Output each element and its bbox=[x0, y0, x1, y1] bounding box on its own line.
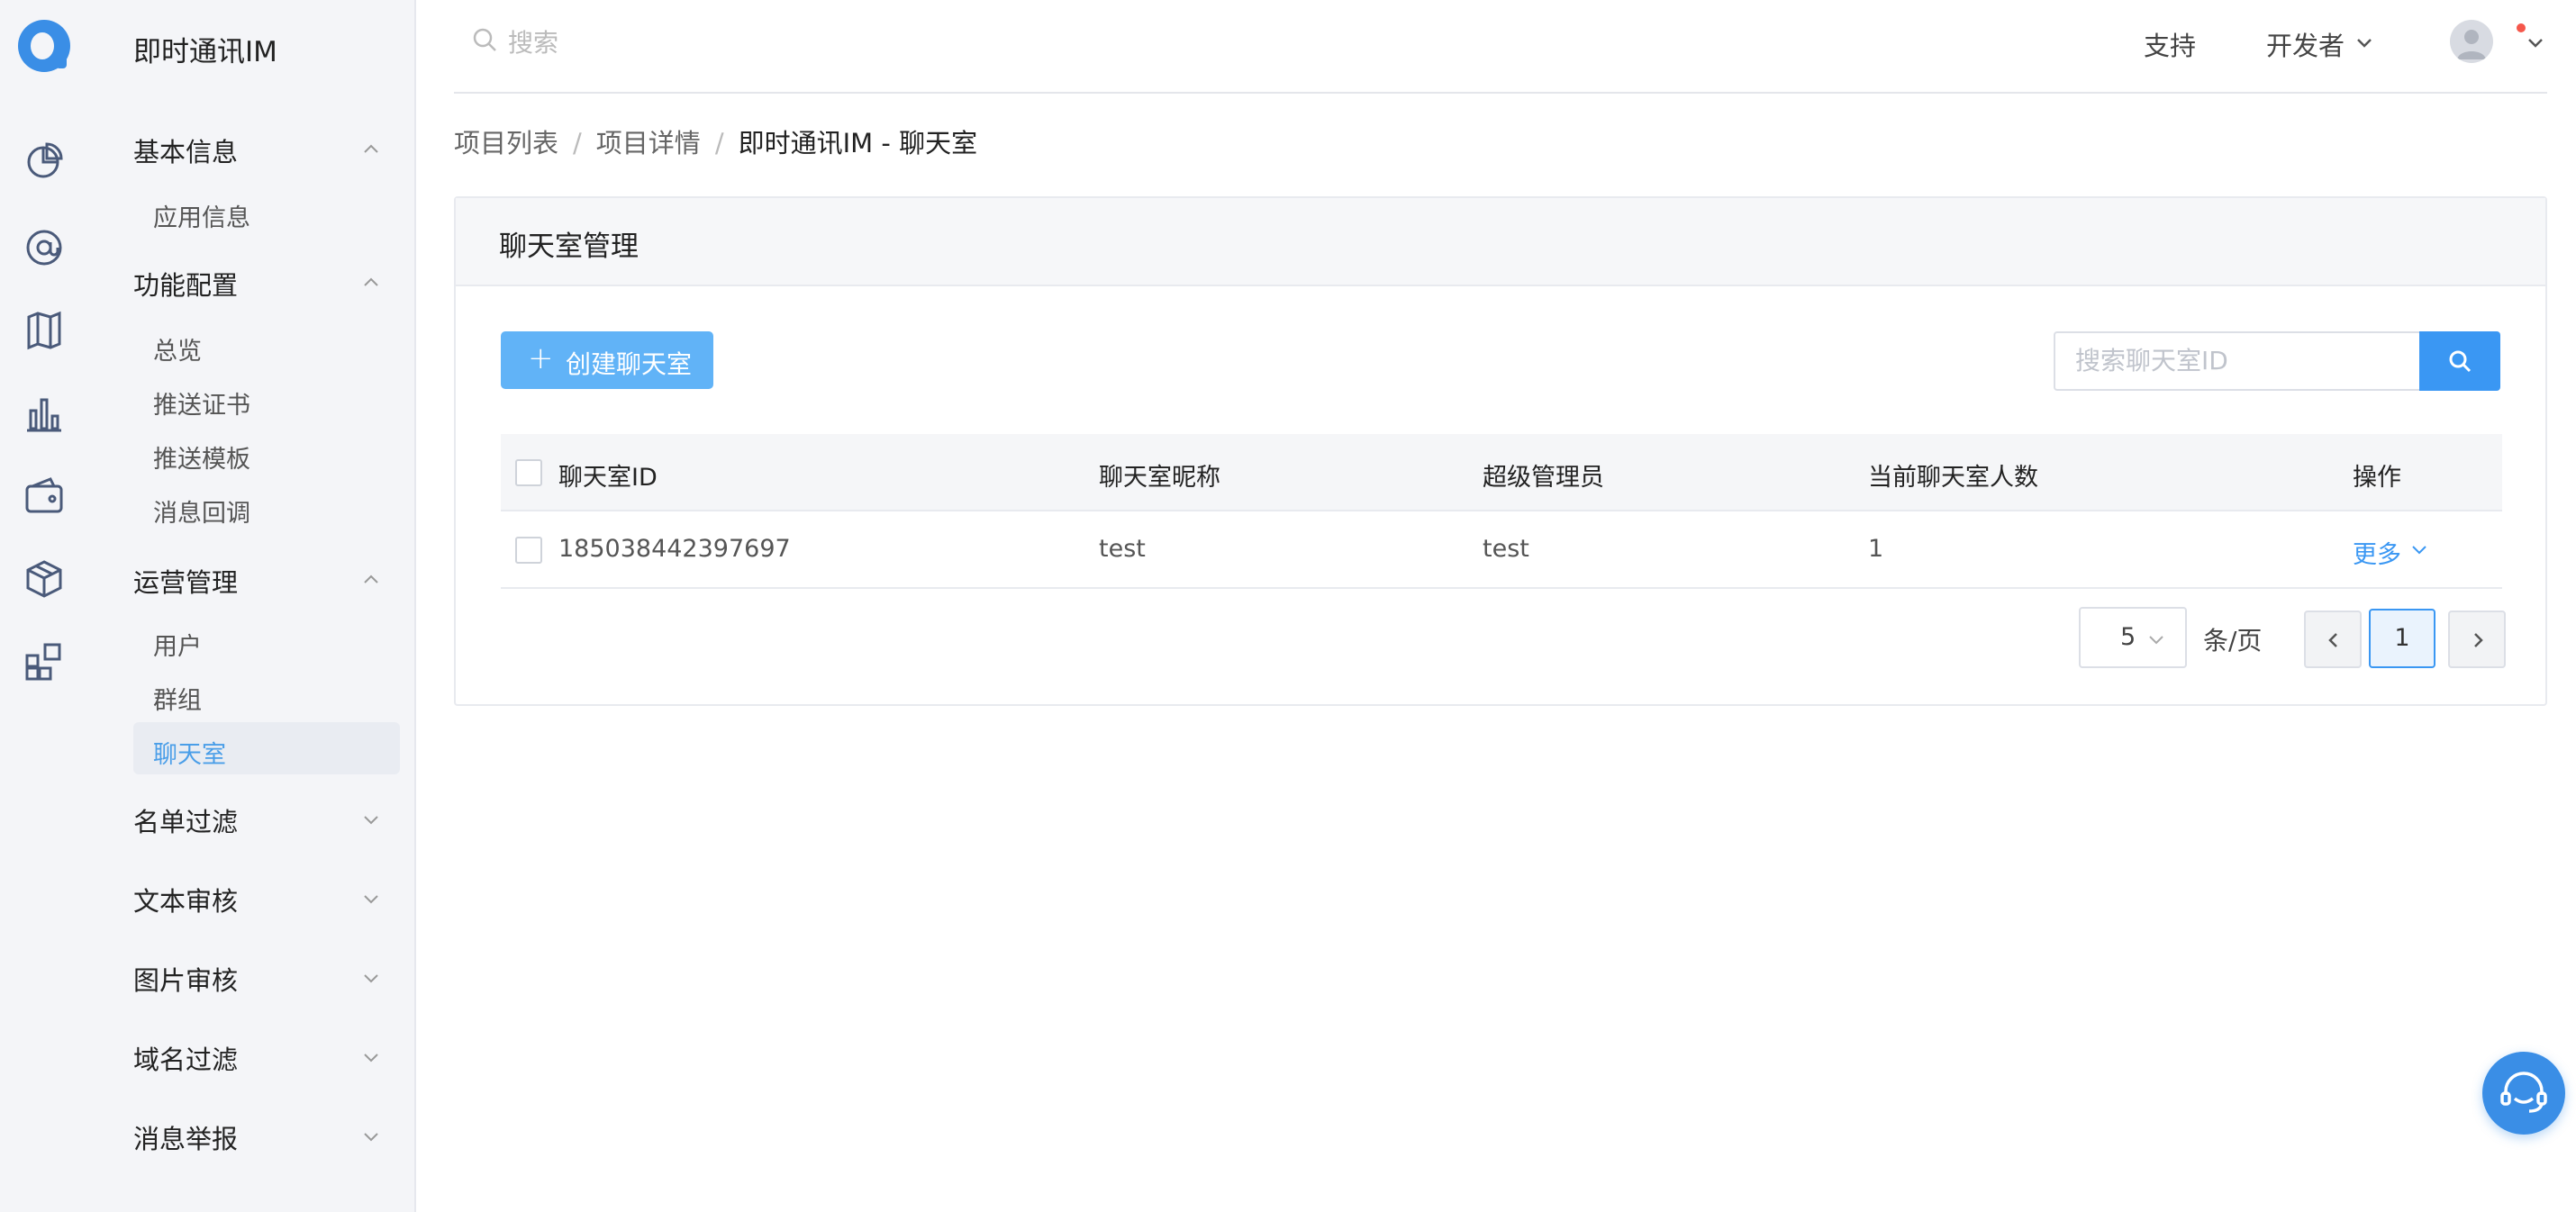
search-icon bbox=[2449, 350, 2472, 373]
notification-dot bbox=[2517, 23, 2526, 32]
menu-item-push-cert[interactable]: 推送证书 bbox=[153, 385, 250, 421]
column-header-admin: 超级管理员 bbox=[1483, 464, 1604, 492]
chevron-down-icon[interactable] bbox=[2526, 32, 2545, 52]
menu-item-chatroom[interactable]: 聊天室 bbox=[133, 722, 400, 774]
chevron-down-icon bbox=[364, 1054, 378, 1063]
menu-group-domain-filter[interactable]: 域名过滤 bbox=[133, 1039, 413, 1075]
menu-item-label: 聊天室 bbox=[153, 741, 226, 769]
menu-group-label: 运营管理 bbox=[133, 567, 239, 598]
menu-group-msg-report[interactable]: 消息举报 bbox=[133, 1118, 413, 1154]
menu-group-label: 功能配置 bbox=[133, 270, 239, 301]
chatroom-search-button[interactable] bbox=[2419, 331, 2500, 391]
dashboard-icon[interactable] bbox=[23, 140, 65, 182]
more-actions-link[interactable]: 更多 bbox=[2353, 535, 2401, 570]
page-size-value: 5 bbox=[2120, 623, 2136, 651]
bar-chart-icon[interactable] bbox=[23, 393, 65, 434]
column-header-count: 当前聊天室人数 bbox=[1868, 464, 2038, 492]
cell-count: 1 bbox=[1868, 535, 1884, 563]
select-all-checkbox[interactable] bbox=[515, 459, 542, 486]
menu-group-label: 消息举报 bbox=[133, 1124, 239, 1154]
menu-group-text-review[interactable]: 文本审核 bbox=[133, 881, 413, 917]
cell-admin: test bbox=[1483, 535, 1529, 563]
table-header: 聊天室ID 聊天室昵称 超级管理员 当前聊天室人数 操作 bbox=[501, 434, 2502, 511]
chevron-down-icon bbox=[2149, 636, 2163, 645]
breadcrumb-item-project-list[interactable]: 项目列表 bbox=[454, 128, 558, 158]
avatar[interactable] bbox=[2450, 20, 2493, 63]
chevron-right-icon bbox=[2474, 633, 2483, 647]
page-number-current[interactable]: 1 bbox=[2369, 609, 2435, 668]
top-bar: 搜索 支持 开发者 bbox=[454, 0, 2547, 94]
chevron-down-icon[interactable] bbox=[2410, 540, 2428, 558]
breadcrumb-item-current: 即时通讯IM - 聊天室 bbox=[738, 128, 978, 158]
menu-item-msg-callback[interactable]: 消息回调 bbox=[153, 493, 250, 529]
chevron-down-icon bbox=[364, 974, 378, 983]
chevron-down-icon bbox=[364, 895, 378, 904]
customer-service-button[interactable] bbox=[2482, 1052, 2565, 1135]
chevron-down-icon bbox=[364, 1133, 378, 1142]
at-icon[interactable] bbox=[23, 227, 65, 268]
menu-item-groups[interactable]: 群组 bbox=[153, 681, 202, 716]
create-chatroom-button[interactable]: + 创建聊天室 bbox=[501, 331, 713, 389]
cube-icon[interactable] bbox=[23, 558, 65, 600]
search-icon bbox=[473, 28, 496, 51]
menu-group-label: 名单过滤 bbox=[133, 807, 239, 837]
chevron-down-icon bbox=[364, 816, 378, 825]
menu-group-list-filter[interactable]: 名单过滤 bbox=[133, 801, 413, 837]
map-icon[interactable] bbox=[23, 310, 65, 351]
chevron-up-icon bbox=[364, 144, 378, 153]
menu-group-feature-config[interactable]: 功能配置 bbox=[133, 265, 413, 301]
headset-icon bbox=[2500, 1072, 2547, 1113]
column-header-action: 操作 bbox=[2353, 464, 2401, 492]
card-title: 聊天室管理 bbox=[499, 231, 639, 263]
developer-menu[interactable]: 开发者 bbox=[2266, 25, 2345, 63]
table-row: 185038442397697 test test 1 更多 bbox=[501, 511, 2502, 589]
per-page-label: 条/页 bbox=[2203, 626, 2263, 656]
menu-group-label: 基本信息 bbox=[133, 137, 239, 167]
column-header-id: 聊天室ID bbox=[558, 464, 658, 492]
app-title: 即时通讯IM bbox=[133, 36, 277, 68]
chatroom-search-input[interactable]: 搜索聊天室ID bbox=[2054, 331, 2419, 391]
menu-group-label: 文本审核 bbox=[133, 886, 239, 917]
menu-group-operations[interactable]: 运营管理 bbox=[133, 562, 413, 598]
global-search-input[interactable]: 搜索 bbox=[508, 23, 558, 59]
chevron-up-icon bbox=[364, 277, 378, 286]
column-header-nickname: 聊天室昵称 bbox=[1099, 464, 1220, 492]
user-icon bbox=[2457, 30, 2486, 59]
plus-icon: + bbox=[528, 340, 554, 376]
menu-group-label: 域名过滤 bbox=[133, 1045, 239, 1075]
logo-icon[interactable] bbox=[18, 20, 70, 72]
menu-item-push-template[interactable]: 推送模板 bbox=[153, 439, 250, 475]
apps-icon[interactable] bbox=[23, 641, 65, 683]
chatroom-management-card: 聊天室管理 + 创建聊天室 搜索聊天室ID 聊天室ID 聊天室昵称 超级管理员 … bbox=[454, 196, 2547, 706]
menu-item-users[interactable]: 用户 bbox=[153, 627, 202, 662]
wallet-icon[interactable] bbox=[23, 475, 65, 517]
prev-page-button[interactable] bbox=[2304, 611, 2362, 668]
chevron-left-icon bbox=[2328, 633, 2337, 647]
next-page-button[interactable] bbox=[2448, 611, 2506, 668]
breadcrumb-item-project-detail[interactable]: 项目详情 bbox=[596, 128, 701, 158]
breadcrumb: 项目列表 / 项目详情 / 即时通讯IM - 聊天室 bbox=[454, 122, 977, 160]
row-checkbox[interactable] bbox=[515, 537, 542, 564]
card-header: 聊天室管理 bbox=[456, 198, 2545, 286]
breadcrumb-separator: / bbox=[573, 128, 582, 158]
breadcrumb-separator: / bbox=[714, 128, 724, 158]
chevron-down-icon[interactable] bbox=[2354, 32, 2374, 52]
side-menu: 即时通讯IM 基本信息 应用信息 功能配置 总览 推送证书 推送模板 消息回调 … bbox=[97, 0, 416, 1212]
menu-item-overview[interactable]: 总览 bbox=[153, 331, 202, 366]
menu-group-label: 图片审核 bbox=[133, 965, 239, 996]
icon-rail bbox=[0, 0, 97, 1212]
cell-nickname: test bbox=[1099, 535, 1146, 563]
menu-group-image-review[interactable]: 图片审核 bbox=[133, 960, 413, 996]
chevron-up-icon bbox=[364, 574, 378, 583]
cell-chatroom-id: 185038442397697 bbox=[558, 535, 791, 563]
menu-item-app-info[interactable]: 应用信息 bbox=[153, 198, 250, 233]
page-size-select[interactable]: 5 bbox=[2079, 607, 2187, 668]
menu-group-basic-info[interactable]: 基本信息 bbox=[133, 131, 413, 167]
support-link[interactable]: 支持 bbox=[2144, 25, 2196, 63]
create-chatroom-label: 创建聊天室 bbox=[566, 349, 693, 379]
